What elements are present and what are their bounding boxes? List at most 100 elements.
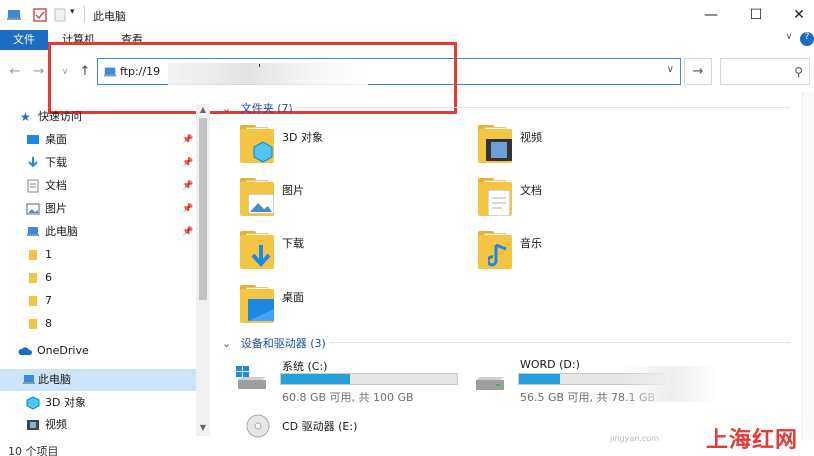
nav-item-downloads[interactable]: 下载 📌 xyxy=(0,152,196,174)
pin-icon[interactable]: 📌 xyxy=(182,175,193,197)
maximize-button[interactable]: ☐ xyxy=(733,0,779,30)
group-divider xyxy=(290,107,790,108)
content-scrollbar[interactable] xyxy=(802,92,814,440)
cube-icon xyxy=(26,396,40,410)
picture-icon xyxy=(26,203,40,215)
nav-item-folder-8[interactable]: 8 xyxy=(0,313,196,335)
pin-icon[interactable]: 📌 xyxy=(182,152,193,174)
nav-label: 此电脑 xyxy=(45,225,78,238)
pin-icon[interactable]: 📌 xyxy=(182,198,193,220)
folder-label[interactable]: 3D 对象 xyxy=(282,129,323,145)
usage-fill xyxy=(519,374,560,384)
pin-icon[interactable]: 📌 xyxy=(182,129,193,151)
group-devices-header[interactable]: ⌄ 设备和驱动器 (3) xyxy=(222,335,326,351)
computer-icon xyxy=(23,375,35,384)
new-folder-icon[interactable] xyxy=(52,7,68,23)
go-arrow-icon[interactable]: → xyxy=(684,58,712,85)
folder-label[interactable]: 文档 xyxy=(520,182,542,198)
nav-item-documents[interactable]: 文档 📌 xyxy=(0,175,196,197)
document-icon xyxy=(27,179,39,193)
nav-item-3d-objects[interactable]: 3D 对象 xyxy=(0,392,196,414)
nav-item-folder-1[interactable]: 1 xyxy=(0,244,196,266)
tab-file[interactable]: 文件 xyxy=(0,30,48,50)
nav-label: 此电脑 xyxy=(38,373,71,386)
properties-icon[interactable] xyxy=(32,7,48,23)
nav-item-folder-7[interactable]: 7 xyxy=(0,290,196,312)
explorer-window: ▾ 此电脑 — ☐ ✕ 文件 计算机 查看 ∨ ? ← → ∨ ↑ ftp://… xyxy=(0,0,814,456)
folder-pictures-icon[interactable] xyxy=(240,178,280,218)
nav-label: 桌面 xyxy=(45,133,67,146)
folder-downloads-icon[interactable] xyxy=(240,231,280,271)
video-icon xyxy=(27,420,39,430)
forward-arrow-icon[interactable]: → xyxy=(30,63,48,81)
nav-label: 文档 xyxy=(45,179,67,192)
status-item-count: 10 个项目 xyxy=(8,445,59,456)
search-box[interactable]: ⚲ xyxy=(720,58,810,85)
nav-item-this-pc-pinned[interactable]: 此电脑 📌 xyxy=(0,221,196,243)
nav-label: 图片 xyxy=(45,202,67,215)
nav-quick-access[interactable]: ★ 快速访问 xyxy=(0,106,196,128)
desktop-icon xyxy=(27,135,39,144)
drive-name[interactable]: WORD (D:) xyxy=(520,358,580,371)
title-divider xyxy=(84,6,85,22)
folder-desktop-icon[interactable] xyxy=(240,285,280,325)
drive-name[interactable]: 系统 (C:) xyxy=(282,358,327,374)
nav-label: 7 xyxy=(45,294,52,307)
nav-item-onedrive[interactable]: OneDrive xyxy=(0,340,196,362)
nav-label: 快速访问 xyxy=(38,110,82,123)
folder-icon xyxy=(29,319,37,329)
watermark-subtext: jingyan.com xyxy=(610,434,659,443)
cloud-icon xyxy=(18,347,33,355)
title-bar: ▾ 此电脑 — ☐ ✕ xyxy=(0,0,814,30)
blurred-region xyxy=(620,366,720,402)
nav-item-pictures[interactable]: 图片 📌 xyxy=(0,198,196,220)
nav-item-desktop[interactable]: 桌面 📌 xyxy=(0,129,196,151)
computer-icon xyxy=(27,227,39,236)
folder-videos-icon[interactable] xyxy=(478,125,518,165)
close-button[interactable]: ✕ xyxy=(776,0,814,30)
pin-icon[interactable]: 📌 xyxy=(182,221,193,243)
folder-label[interactable]: 图片 xyxy=(282,182,304,198)
folder-label[interactable]: 音乐 xyxy=(520,235,542,251)
minimize-button[interactable]: — xyxy=(688,0,734,30)
cd-drive-icon[interactable] xyxy=(244,412,274,440)
nav-label: 1 xyxy=(45,248,52,261)
back-arrow-icon[interactable]: ← xyxy=(6,63,24,81)
folder-label[interactable]: 视频 xyxy=(520,129,542,145)
nav-label: OneDrive xyxy=(37,344,89,357)
folder-documents-icon[interactable] xyxy=(478,178,518,218)
drive-c-usage-bar xyxy=(280,373,458,385)
folder-label[interactable]: 下载 xyxy=(282,235,304,251)
folder-3d-objects-icon[interactable] xyxy=(240,125,280,165)
scrollbar-thumb[interactable] xyxy=(199,118,207,300)
nav-label: 6 xyxy=(45,271,52,284)
drive-name[interactable]: CD 驱动器 (E:) xyxy=(282,418,357,434)
nav-item-videos[interactable]: 视频 xyxy=(0,414,196,436)
address-dropdown-icon[interactable]: ∨ xyxy=(667,64,674,75)
help-icon[interactable]: ? xyxy=(800,32,814,46)
nav-scrollbar[interactable]: ▲ ▼ xyxy=(196,104,210,436)
chevron-down-icon: ⌄ xyxy=(222,337,232,350)
folder-label[interactable]: 桌面 xyxy=(282,289,304,305)
download-icon xyxy=(28,157,38,168)
folder-music-icon[interactable] xyxy=(478,231,518,271)
nav-label: 视频 xyxy=(45,418,67,431)
folder-icon xyxy=(29,296,37,306)
group-folders-header[interactable]: ⌄ 文件夹 (7) xyxy=(222,100,293,116)
group-divider xyxy=(330,342,790,343)
group-label: 设备和驱动器 (3) xyxy=(240,337,326,350)
drive-info: 60.8 GB 可用, 共 100 GB xyxy=(282,391,414,404)
folder-icon xyxy=(29,250,37,260)
windows-drive-icon[interactable] xyxy=(234,364,270,392)
drive-icon[interactable] xyxy=(472,372,508,400)
scroll-down-icon[interactable]: ▼ xyxy=(196,423,210,435)
nav-item-folder-6[interactable]: 6 xyxy=(0,267,196,289)
ribbon-expand-icon[interactable]: ∨ xyxy=(782,32,796,46)
folder-icon xyxy=(29,273,37,283)
nav-label: 8 xyxy=(45,317,52,330)
scroll-up-icon[interactable]: ▲ xyxy=(196,105,210,117)
group-label: 文件夹 (7) xyxy=(240,102,293,115)
nav-item-this-pc[interactable]: 此电脑 xyxy=(0,369,196,391)
nav-label: 3D 对象 xyxy=(45,396,86,409)
nav-label: 下载 xyxy=(45,156,67,169)
